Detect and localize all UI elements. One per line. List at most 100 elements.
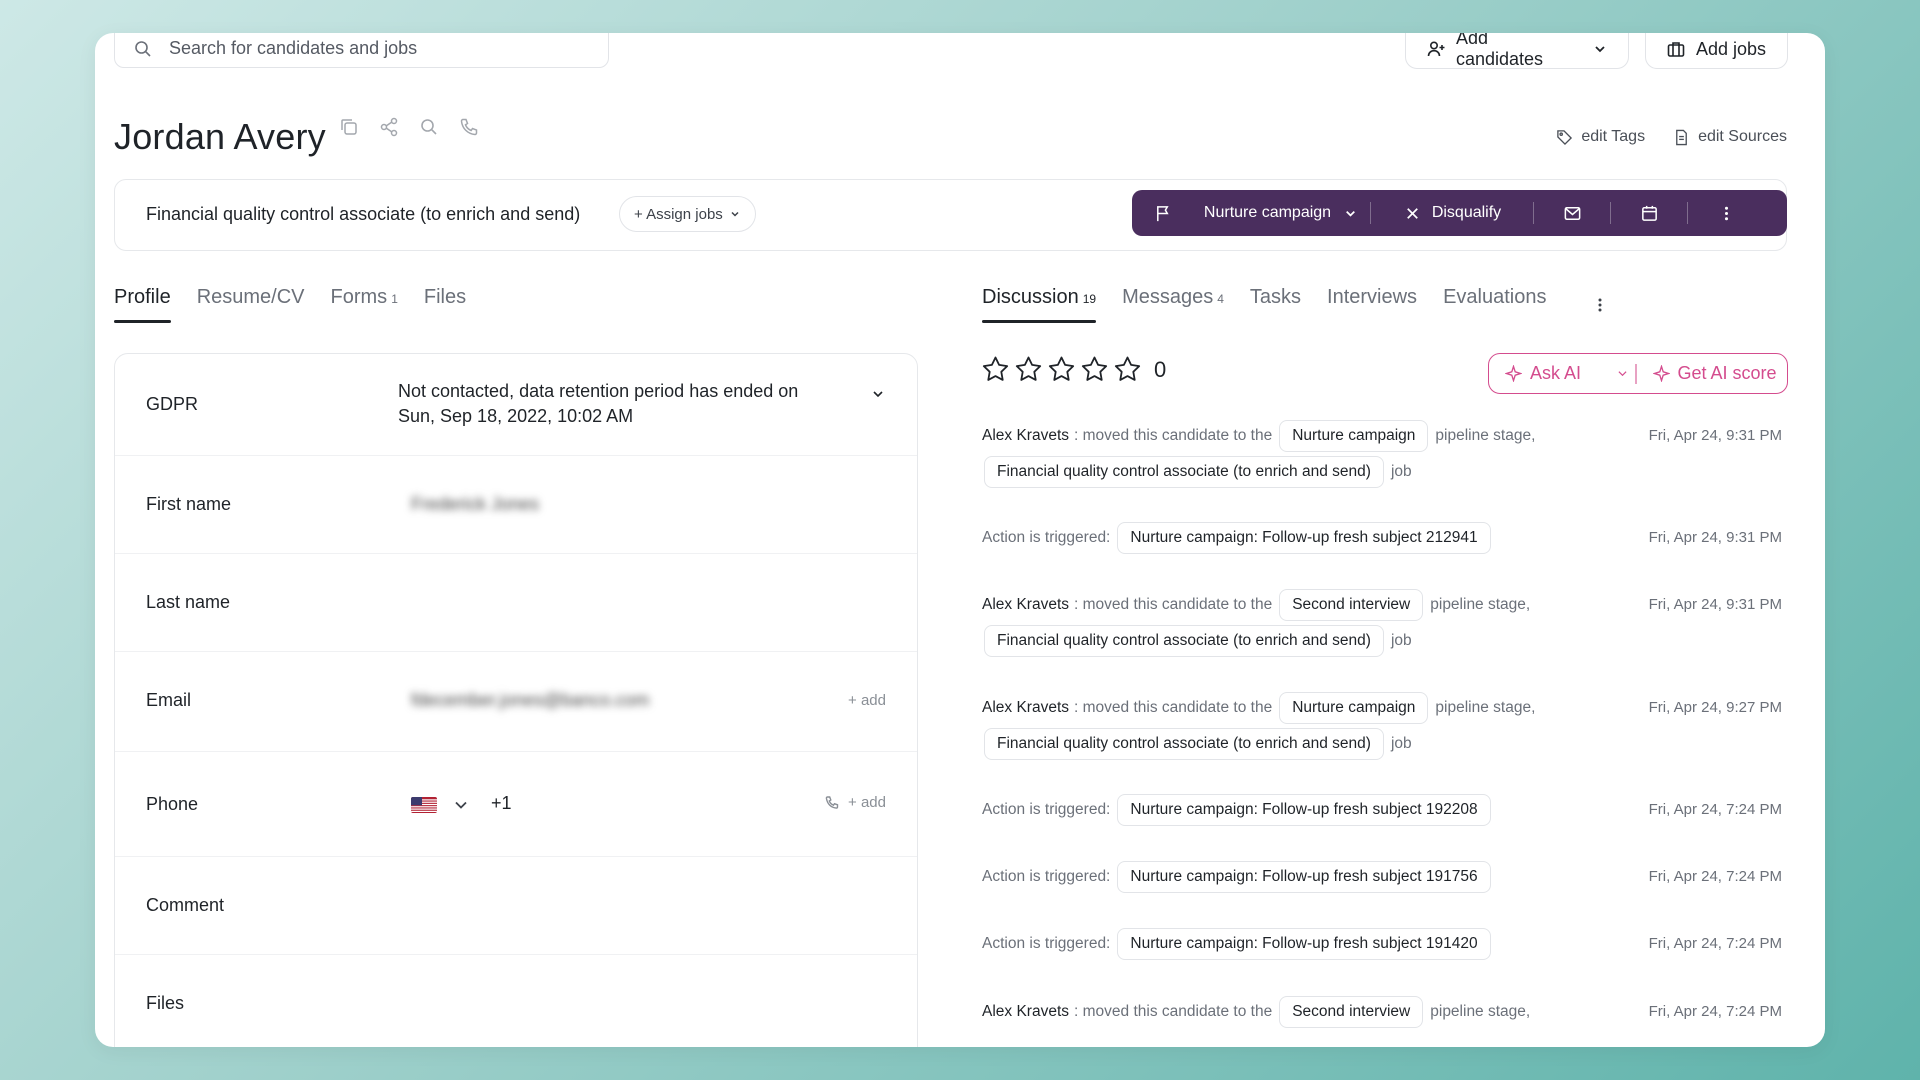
calendar-icon <box>1641 205 1657 221</box>
star-icon[interactable] <box>1080 355 1109 384</box>
stage-chip[interactable]: Nurture campaign <box>1279 420 1429 452</box>
feed-timestamp: Fri, Apr 24, 9:31 PM <box>1648 596 1782 613</box>
tab-profile[interactable]: Profile <box>114 286 171 323</box>
first-name-value[interactable]: Frederick Jones <box>411 494 539 515</box>
add-jobs-label: Add jobs <box>1696 38 1767 59</box>
feed-author[interactable]: Alex Kravets <box>982 1003 1069 1021</box>
star-icon[interactable] <box>1047 355 1076 384</box>
tab-label: Messages <box>1122 286 1214 308</box>
tab-discussion[interactable]: Discussion 19 <box>982 286 1097 323</box>
rating-stars: 0 <box>981 355 1166 384</box>
tab-count: 4 <box>1217 292 1224 306</box>
phone-add-link[interactable]: + add <box>824 794 886 811</box>
flag-button[interactable] <box>1132 190 1194 236</box>
assign-jobs-button[interactable]: + Assign jobs <box>619 196 756 232</box>
feed-entry: Alex Kravets: moved this candidate to th… <box>982 418 1792 490</box>
share-icon[interactable] <box>378 116 400 138</box>
feed-text: Action is triggered: <box>982 935 1111 952</box>
feed-author[interactable]: Alex Kravets <box>982 699 1069 717</box>
tab-label: Forms <box>330 286 388 308</box>
stage-chip[interactable]: Second interview <box>1279 996 1424 1028</box>
job-bar: Financial quality control associate (to … <box>114 179 1787 251</box>
star-icon[interactable] <box>1113 355 1142 384</box>
feed-entry: Alex Kravets: moved this candidate to th… <box>982 587 1792 659</box>
gdpr-label: GDPR <box>146 394 199 414</box>
candidate-actions <box>338 116 480 138</box>
action-chip[interactable]: Nurture campaign: Follow-up fresh subjec… <box>1117 794 1491 826</box>
ask-ai-dropdown[interactable] <box>1609 354 1635 393</box>
feed-timestamp: Fri, Apr 24, 7:24 PM <box>1648 868 1782 885</box>
job-title[interactable]: Financial quality control associate (to … <box>146 204 580 225</box>
feed-text: : moved this candidate to the <box>1074 699 1273 716</box>
email-add-link[interactable]: + add <box>848 692 886 709</box>
flag-icon <box>1156 205 1169 221</box>
action-chip[interactable]: Nurture campaign: Follow-up fresh subjec… <box>1117 928 1491 960</box>
phone-icon[interactable] <box>458 116 480 138</box>
stage-dropdown[interactable]: Nurture campaign <box>1194 190 1370 236</box>
star-icon[interactable] <box>981 355 1010 384</box>
feed-text: job <box>1390 632 1412 649</box>
feed-entry: Alex Kravets : moved this candidate to th… <box>982 690 1792 762</box>
tag-icon <box>1557 129 1573 145</box>
job-chip[interactable]: Financial quality control associate (to … <box>984 456 1384 488</box>
feed-text: pipeline stage, <box>1435 427 1536 444</box>
feed-line: Financial quality control associate (to … <box>982 454 1792 490</box>
job-chip[interactable]: Financial quality control associate (to … <box>984 625 1384 657</box>
tab-messages[interactable]: Messages 4 <box>1122 286 1224 323</box>
feed-timestamp: Fri, Apr 24, 9:31 PM <box>1648 529 1782 546</box>
gdpr-value-line1: Not contacted, data retention period has… <box>398 381 799 401</box>
tab-forms[interactable]: Forms 1 <box>331 286 398 323</box>
add-jobs-button[interactable]: Add jobs <box>1645 33 1788 69</box>
job-chip[interactable]: Financial quality control associate (to … <box>984 728 1384 760</box>
get-ai-score-label: Get AI score <box>1677 363 1777 383</box>
tab-label: Tasks <box>1249 286 1302 308</box>
feed-author[interactable]: Alex Kravets <box>982 427 1069 445</box>
search-icon <box>135 40 151 57</box>
feed-timestamp: Fri, Apr 24, 9:27 PM <box>1648 699 1782 716</box>
assign-jobs-label: + Assign jobs <box>634 205 723 223</box>
tab-resume[interactable]: Resume/CV <box>197 286 305 323</box>
us-flag-icon[interactable] <box>411 797 437 813</box>
app-window: Add candidates Add jobs Jordan Avery edi… <box>95 33 1825 1047</box>
tab-tasks[interactable]: Tasks <box>1250 286 1301 323</box>
tab-evaluations[interactable]: Evaluations <box>1443 286 1546 323</box>
feed-timestamp: Fri, Apr 24, 7:24 PM <box>1648 1003 1782 1020</box>
header-links: edit Tags edit Sources <box>1556 128 1787 146</box>
email-button[interactable] <box>1534 190 1610 236</box>
first-name-row: First name Frederick Jones <box>115 456 917 554</box>
action-chip[interactable]: Nurture campaign: Follow-up fresh subjec… <box>1117 861 1491 893</box>
feed-text: pipeline stage, <box>1430 1003 1531 1020</box>
feed-author[interactable]: Alex Kravets <box>982 596 1069 614</box>
action-chip[interactable]: Nurture campaign: Follow-up fresh subjec… <box>1117 522 1491 554</box>
chevron-down-icon <box>731 211 739 217</box>
ask-ai-label: Ask AI <box>1530 363 1582 383</box>
edit-sources-link[interactable]: edit Sources <box>1673 128 1787 146</box>
edit-tags-link[interactable]: edit Tags <box>1556 128 1645 146</box>
ask-ai-button[interactable]: Ask AI <box>1489 354 1609 393</box>
chevron-down-icon[interactable] <box>870 386 886 402</box>
search-input[interactable] <box>169 38 589 59</box>
schedule-button[interactable] <box>1611 190 1687 236</box>
chevron-down-icon[interactable] <box>452 796 470 814</box>
more-vertical-icon[interactable] <box>1590 295 1610 315</box>
tab-label: Profile <box>114 286 171 308</box>
stage-chip[interactable]: Nurture campaign <box>1279 692 1429 724</box>
stage-chip[interactable]: Second interview <box>1279 589 1424 621</box>
email-value[interactable]: fdecember.jones@banco.com <box>411 690 649 711</box>
star-icon[interactable] <box>1014 355 1043 384</box>
phone-code: +1 <box>491 793 512 813</box>
get-ai-score-button[interactable]: Get AI score <box>1637 354 1777 393</box>
first-name-label: First name <box>146 494 232 514</box>
more-actions-button[interactable] <box>1688 190 1764 236</box>
tab-files[interactable]: Files <box>424 286 466 323</box>
last-name-row: Last name <box>115 554 917 652</box>
files-row: Files <box>115 955 917 1047</box>
search-box[interactable] <box>114 33 609 68</box>
copy-icon[interactable] <box>338 116 360 138</box>
search-person-icon[interactable] <box>418 116 440 138</box>
tab-label: Evaluations <box>1443 286 1547 308</box>
tab-interviews[interactable]: Interviews <box>1327 286 1417 323</box>
feed-entry: Action is triggered: Nurture campaign: Fo… <box>982 926 1792 962</box>
add-candidates-button[interactable]: Add candidates <box>1405 33 1629 69</box>
disqualify-button[interactable]: Disqualify <box>1371 190 1533 236</box>
